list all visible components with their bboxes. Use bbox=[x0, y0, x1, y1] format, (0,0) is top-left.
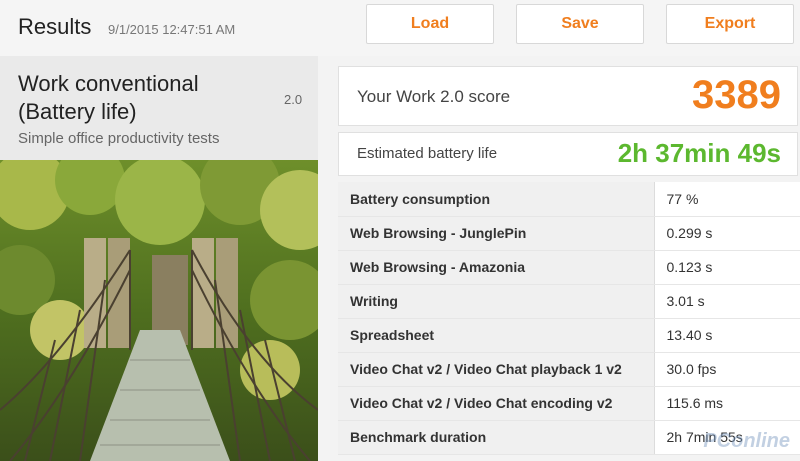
metric-name: Benchmark duration bbox=[338, 420, 655, 455]
table-row: Writing 3.01 s bbox=[338, 284, 800, 319]
table-row: Web Browsing - JunglePin 0.299 s bbox=[338, 216, 800, 251]
metric-value: 115.6 ms bbox=[654, 386, 800, 421]
page-title: Results bbox=[18, 14, 92, 39]
metric-name: Web Browsing - Amazonia bbox=[338, 250, 655, 285]
metric-name: Video Chat v2 / Video Chat encoding v2 bbox=[338, 386, 655, 421]
score-label: Your Work 2.0 score bbox=[357, 87, 511, 106]
table-row: Web Browsing - Amazonia 0.123 s bbox=[338, 250, 800, 285]
header-bar: Results 9/1/2015 12:47:51 AM Load Save E… bbox=[0, 0, 800, 56]
test-version: 2.0 bbox=[284, 92, 303, 107]
table-row: Video Chat v2 / Video Chat playback 1 v2… bbox=[338, 352, 800, 387]
test-info-panel: Work conventional (Battery life) 2.0 Sim… bbox=[0, 56, 318, 461]
metric-value: 0.299 s bbox=[654, 216, 800, 251]
battery-life-label: Estimated battery life bbox=[357, 145, 498, 162]
save-button[interactable]: Save bbox=[516, 4, 644, 44]
rope-bridge-jungle-image bbox=[0, 160, 318, 461]
battery-life-card: Estimated battery life 2h 37min 49s bbox=[338, 132, 798, 176]
results-table: Battery consumption 77 % Web Browsing - … bbox=[338, 182, 800, 455]
metric-name: Spreadsheet bbox=[338, 318, 655, 353]
score-value: 3389 bbox=[692, 73, 781, 117]
metric-name: Web Browsing - JunglePin bbox=[338, 216, 655, 251]
load-button[interactable]: Load bbox=[366, 4, 494, 44]
metric-name: Battery consumption bbox=[338, 182, 655, 217]
table-row: Spreadsheet 13.40 s bbox=[338, 318, 800, 353]
metric-value: 77 % bbox=[654, 182, 800, 217]
test-illustration bbox=[0, 160, 318, 461]
score-card: Your Work 2.0 score 3389 bbox=[338, 66, 798, 126]
metric-value: 3.01 s bbox=[654, 284, 800, 319]
metric-name: Video Chat v2 / Video Chat playback 1 v2 bbox=[338, 352, 655, 387]
table-row: Battery consumption 77 % bbox=[338, 182, 800, 217]
result-timestamp: 9/1/2015 12:47:51 AM bbox=[108, 22, 236, 37]
metric-name: Writing bbox=[338, 284, 655, 319]
test-subtitle: Simple office productivity tests bbox=[18, 130, 220, 147]
metric-value: 13.40 s bbox=[654, 318, 800, 353]
battery-life-value: 2h 37min 49s bbox=[617, 138, 781, 168]
test-name: Work conventional (Battery life) bbox=[18, 71, 199, 124]
metric-value: 0.123 s bbox=[654, 250, 800, 285]
watermark: PConline bbox=[703, 430, 790, 452]
table-row: Video Chat v2 / Video Chat encoding v2 1… bbox=[338, 386, 800, 421]
metric-value: 30.0 fps bbox=[654, 352, 800, 387]
export-button[interactable]: Export bbox=[666, 4, 794, 44]
